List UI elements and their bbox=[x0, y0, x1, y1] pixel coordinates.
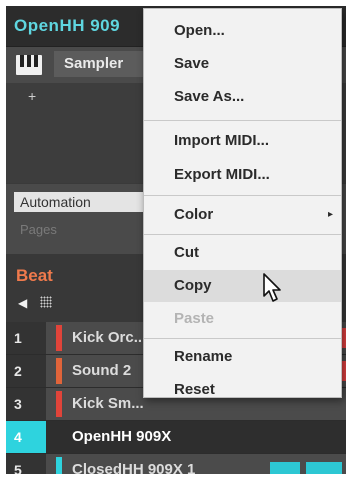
chevron-right-icon: ▸ bbox=[327, 209, 333, 220]
group-title[interactable]: Beat bbox=[16, 266, 53, 286]
menu-item-save-as[interactable]: Save As... bbox=[144, 81, 341, 113]
row-number: 4 bbox=[6, 421, 46, 453]
pattern-event bbox=[270, 462, 300, 474]
menu-separator bbox=[144, 195, 341, 196]
menu-item-rename[interactable]: Rename bbox=[144, 341, 341, 373]
mouse-pointer-icon bbox=[263, 273, 281, 302]
menu-item-save[interactable]: Save bbox=[144, 48, 341, 80]
menu-separator bbox=[144, 338, 341, 339]
row-number: 3 bbox=[6, 388, 46, 420]
sound-row-selected[interactable]: 4 OpenHH 909X bbox=[6, 421, 346, 454]
automation-select[interactable]: Automation bbox=[14, 192, 144, 212]
menu-separator bbox=[144, 234, 341, 235]
pages-label: Pages bbox=[20, 222, 57, 237]
row-color-swatch bbox=[56, 391, 62, 417]
row-number: 2 bbox=[6, 355, 46, 387]
row-number: 5 bbox=[6, 454, 46, 474]
sound-row[interactable]: 5 ClosedHH 909X 1 bbox=[6, 454, 346, 474]
menu-item-import-midi[interactable]: Import MIDI... bbox=[144, 125, 341, 157]
sound-title[interactable]: OpenHH 909 bbox=[14, 16, 120, 36]
menu-item-color[interactable]: Color ▸ bbox=[144, 199, 341, 231]
pattern-lane[interactable] bbox=[266, 456, 346, 474]
row-color-swatch bbox=[56, 325, 62, 351]
menu-item-open[interactable]: Open... bbox=[144, 15, 341, 47]
menu-item-export-midi[interactable]: Export MIDI... bbox=[144, 159, 341, 191]
instrument-label[interactable]: Sampler bbox=[54, 51, 154, 77]
context-menu: Open... Save Save As... Import MIDI... E… bbox=[143, 8, 342, 398]
row-name: Sound 2 bbox=[72, 362, 132, 379]
row-number: 1 bbox=[6, 322, 46, 354]
menu-item-copy[interactable]: Copy bbox=[144, 270, 341, 302]
pattern-event bbox=[306, 462, 342, 474]
row-color-swatch bbox=[56, 457, 62, 474]
speaker-icon[interactable]: ◀ bbox=[18, 296, 27, 310]
menu-item-paste[interactable]: Paste bbox=[144, 303, 341, 335]
menu-item-label: Color bbox=[174, 206, 214, 223]
row-color-swatch bbox=[56, 358, 62, 384]
app-window: OpenHH 909 Sampler + Automation Pages Be… bbox=[6, 6, 346, 474]
row-name: ClosedHH 909X 1 bbox=[72, 461, 196, 474]
grid-icon[interactable] bbox=[40, 296, 52, 308]
row-name: Kick Orc... bbox=[72, 329, 147, 346]
menu-separator bbox=[144, 120, 341, 121]
row-name: Kick Sm... bbox=[72, 395, 144, 412]
menu-item-reset[interactable]: Reset bbox=[144, 374, 341, 406]
menu-item-cut[interactable]: Cut bbox=[144, 237, 341, 269]
piano-keys-icon[interactable] bbox=[16, 55, 42, 75]
row-name: OpenHH 909X bbox=[72, 428, 172, 445]
add-plugin-icon[interactable]: + bbox=[28, 88, 36, 104]
